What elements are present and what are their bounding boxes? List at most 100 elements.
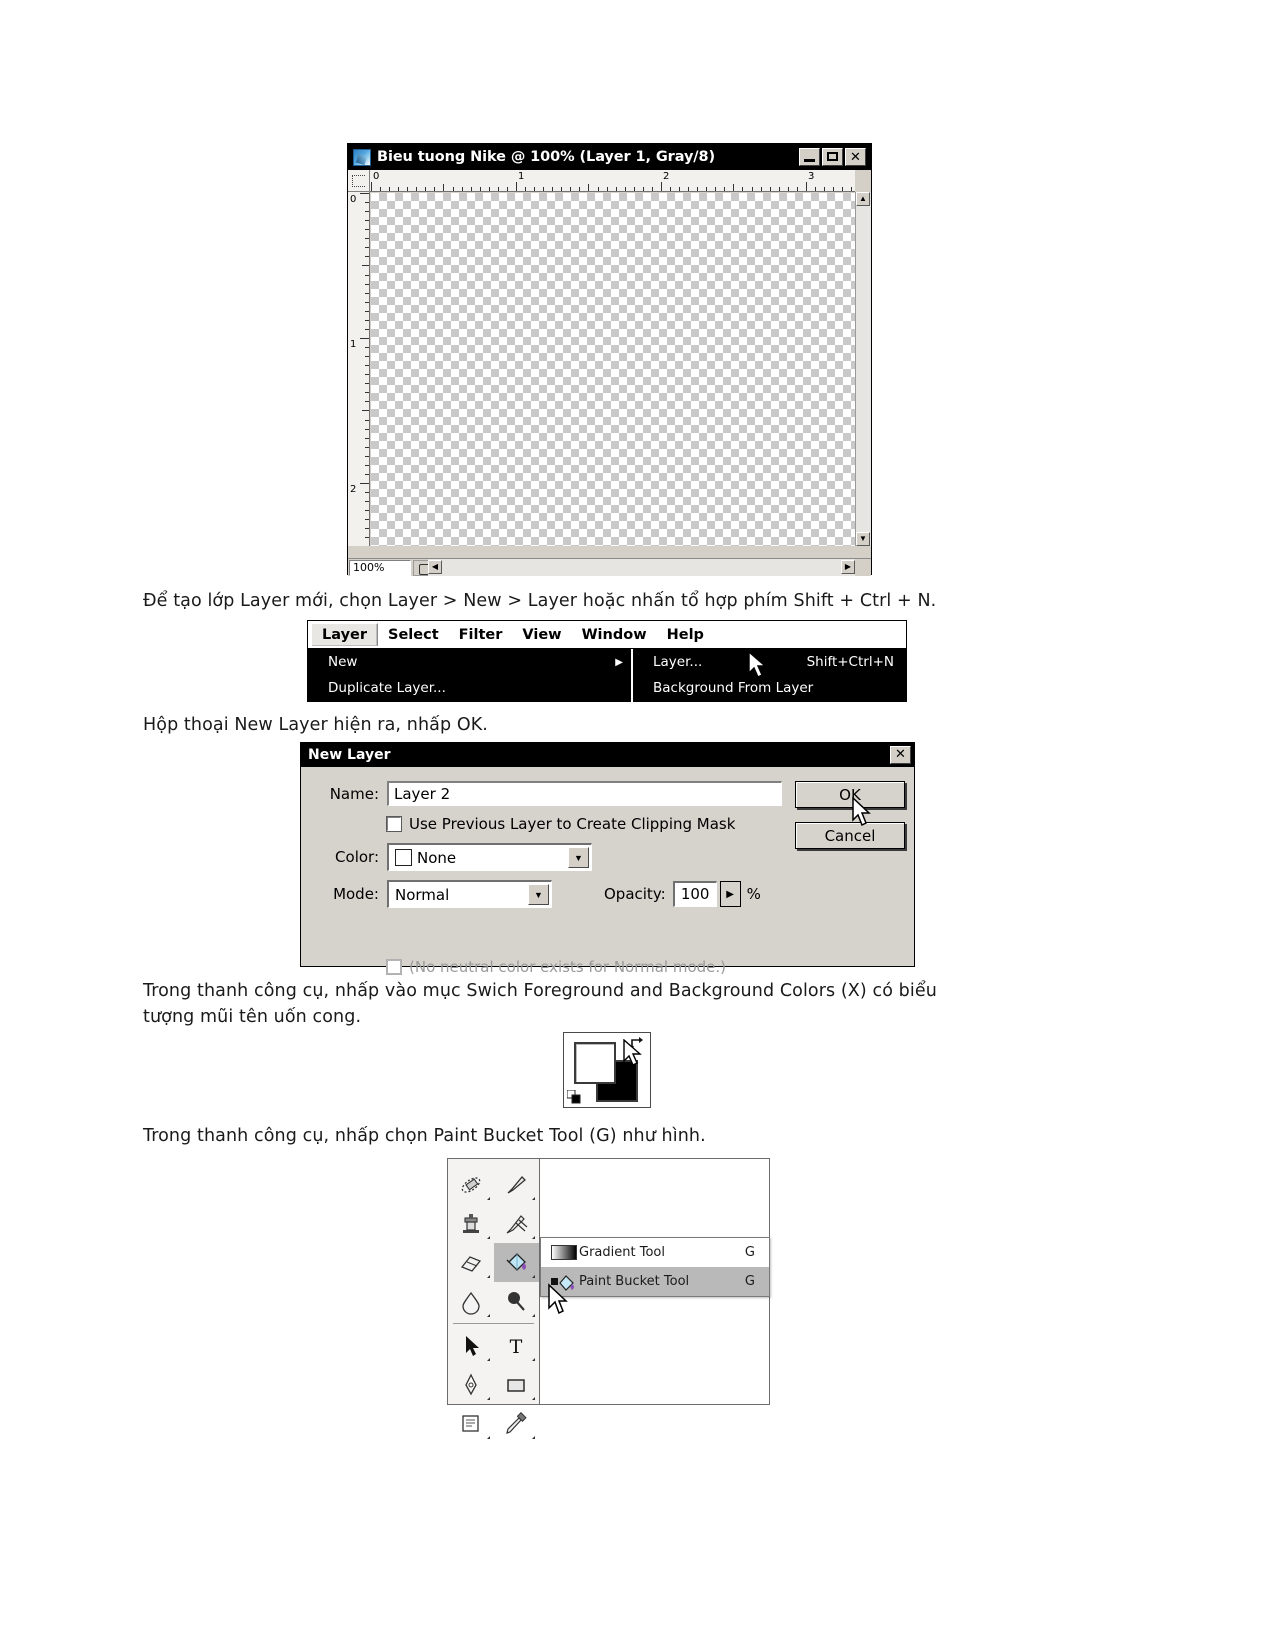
flyout-item-gradient-tool[interactable]: Gradient Tool G — [541, 1238, 769, 1267]
opacity-stepper-button[interactable]: ▶ — [719, 881, 741, 907]
menu-item-new-label: New — [328, 654, 358, 670]
chevron-down-icon[interactable]: ▼ — [568, 847, 589, 868]
vertical-ruler[interactable]: 0 1 2 — [348, 192, 370, 546]
submenu-item-background-from-layer-label: Background From Layer — [653, 680, 814, 696]
history-brush-tool[interactable] — [494, 1204, 540, 1243]
opacity-input[interactable]: 100 — [672, 881, 717, 907]
toolbox-row — [448, 1204, 539, 1243]
document-status-bar: 100% ◀ ▶ — [348, 558, 871, 576]
scroll-up-button[interactable]: ▲ — [856, 192, 870, 206]
ruler-v-label-2: 2 — [350, 484, 357, 495]
menubar-item-view[interactable]: View — [512, 624, 571, 646]
chevron-right-icon: ▶ — [615, 656, 623, 668]
blur-tool[interactable] — [448, 1282, 494, 1321]
submenu-item-background-from-layer[interactable]: Background From Layer — [633, 675, 906, 701]
toolbox-row — [448, 1404, 539, 1443]
pen-tool[interactable] — [448, 1365, 494, 1404]
close-button[interactable]: ✕ — [845, 148, 866, 166]
menubar-item-select[interactable]: Select — [378, 624, 449, 646]
menu-item-duplicate-layer[interactable]: Duplicate Layer... — [308, 675, 631, 701]
mode-label: Mode: — [333, 885, 379, 903]
color-select[interactable]: None ▼ — [387, 843, 592, 871]
photoshop-toolbox: T — [448, 1159, 540, 1439]
rectangle-tool[interactable] — [494, 1365, 540, 1404]
ruler-h-label-1: 1 — [518, 171, 525, 182]
toolbox-divider — [453, 1323, 534, 1324]
menu-dropdown-panels: New ▶ Duplicate Layer... Layer... Shift+… — [308, 649, 906, 702]
clone-stamp-tool[interactable] — [448, 1204, 494, 1243]
type-tool[interactable]: T — [494, 1326, 540, 1365]
swatch-caption-line-1: Trong thanh công cụ, nhấp vào mục Swich … — [143, 981, 937, 1001]
toolbox-row — [448, 1365, 539, 1404]
document-page: Bieu tuong Nike @ 100% (Layer 1, Gray/8)… — [0, 0, 1274, 1649]
horizontal-scrollbar[interactable]: ◀ ▶ — [428, 559, 855, 576]
menubar-item-layer[interactable]: Layer — [311, 623, 379, 646]
toolbox-row — [448, 1282, 539, 1321]
menubar-item-window[interactable]: Window — [572, 624, 657, 646]
neutral-color-note: (No neutral color exists for Normal mode… — [386, 958, 726, 976]
paint-bucket-tool[interactable] — [493, 1243, 539, 1282]
neutral-color-checkbox[interactable] — [386, 959, 402, 975]
scroll-left-button[interactable]: ◀ — [428, 560, 442, 574]
vertical-scrollbar[interactable]: ▲ ▼ — [855, 192, 871, 546]
healing-brush-tool[interactable] — [448, 1165, 494, 1204]
ok-button[interactable]: OK — [795, 781, 905, 808]
path-selection-tool[interactable] — [448, 1326, 494, 1365]
clipping-mask-checkbox[interactable] — [386, 816, 402, 832]
horizontal-ruler[interactable]: 0 1 2 3 — [370, 170, 855, 192]
dialog-caption-paragraph: Hộp thoại New Layer hiện ra, nhấp OK. — [143, 715, 488, 735]
eraser-tool[interactable] — [448, 1243, 494, 1282]
svg-text:T: T — [510, 1336, 523, 1358]
color-label: Color: — [335, 848, 379, 866]
toolbox-row — [448, 1165, 539, 1204]
document-window-body: 0 1 2 3 0 1 2 ▲ ▼ 100% ◀ ▶ — [348, 170, 871, 576]
default-colors-icon[interactable] — [567, 1090, 581, 1104]
ruler-h-label-0: 0 — [373, 171, 380, 182]
notes-tool[interactable] — [448, 1404, 494, 1443]
chevron-down-icon[interactable]: ▼ — [528, 884, 549, 905]
transparent-canvas[interactable] — [371, 193, 855, 546]
close-icon[interactable]: ✕ — [890, 746, 911, 764]
flyout-item-paint-bucket-tool[interactable]: Paint Bucket Tool G — [541, 1267, 769, 1296]
swatch-caption-line-2: tượng mũi tên uốn cong. — [143, 1007, 362, 1027]
photoshop-menubar: Layer Select Filter View Window Help — [308, 621, 906, 649]
minimize-button[interactable] — [799, 148, 820, 166]
submenu-item-layer-label: Layer... — [653, 654, 703, 670]
cancel-button[interactable]: Cancel — [795, 822, 905, 849]
submenu-item-layer[interactable]: Layer... Shift+Ctrl+N — [633, 649, 906, 675]
menu-item-new[interactable]: New ▶ — [308, 649, 631, 675]
photoshop-document-icon — [353, 148, 371, 166]
new-layer-dialog-title: New Layer — [308, 747, 391, 763]
menubar-item-filter[interactable]: Filter — [449, 624, 513, 646]
layer-name-input[interactable]: Layer 2 — [387, 781, 782, 806]
mode-select[interactable]: Normal ▼ — [387, 880, 552, 908]
gradient-icon — [549, 1245, 579, 1260]
menubar-item-help[interactable]: Help — [657, 624, 714, 646]
scroll-down-button[interactable]: ▼ — [856, 532, 870, 546]
opacity-percent-label: % — [746, 885, 761, 903]
brush-tool[interactable] — [494, 1165, 540, 1204]
flyout-item-gradient-tool-shortcut: G — [744, 1245, 755, 1260]
ruler-v-label-1: 1 — [350, 339, 357, 350]
paint-bucket-icon — [549, 1271, 579, 1293]
new-layer-dialog-body: Name: Layer 2 Use Previous Layer to Crea… — [301, 767, 914, 980]
mode-row: Mode: Normal ▼ Opacity: 100 ▶ % — [301, 880, 914, 908]
swap-colors-arrow-icon[interactable] — [629, 1036, 645, 1052]
ruler-corner[interactable] — [348, 170, 370, 192]
toolbox-screenshot: T Gradient Tool G Paint Bucket Tool G — [447, 1158, 770, 1439]
color-select-value: None — [417, 848, 457, 867]
mode-select-value: Normal — [395, 885, 450, 904]
opacity-group: Opacity: 100 ▶ % — [604, 881, 761, 907]
foreground-color-swatch[interactable] — [574, 1042, 616, 1084]
dodge-tool[interactable] — [494, 1282, 540, 1321]
scroll-right-button[interactable]: ▶ — [841, 560, 855, 574]
eyedropper-tool[interactable] — [494, 1404, 540, 1443]
ruler-h-label-2: 2 — [663, 171, 670, 182]
toolbox-row: T — [448, 1326, 539, 1365]
zoom-level-field[interactable]: 100% — [349, 559, 411, 576]
window-control-buttons: ✕ — [799, 148, 868, 166]
ruler-v-label-0: 0 — [350, 194, 357, 205]
maximize-button[interactable] — [822, 148, 843, 166]
flyout-item-paint-bucket-tool-label: Paint Bucket Tool — [579, 1274, 690, 1289]
submenu-item-layer-shortcut: Shift+Ctrl+N — [806, 654, 894, 670]
